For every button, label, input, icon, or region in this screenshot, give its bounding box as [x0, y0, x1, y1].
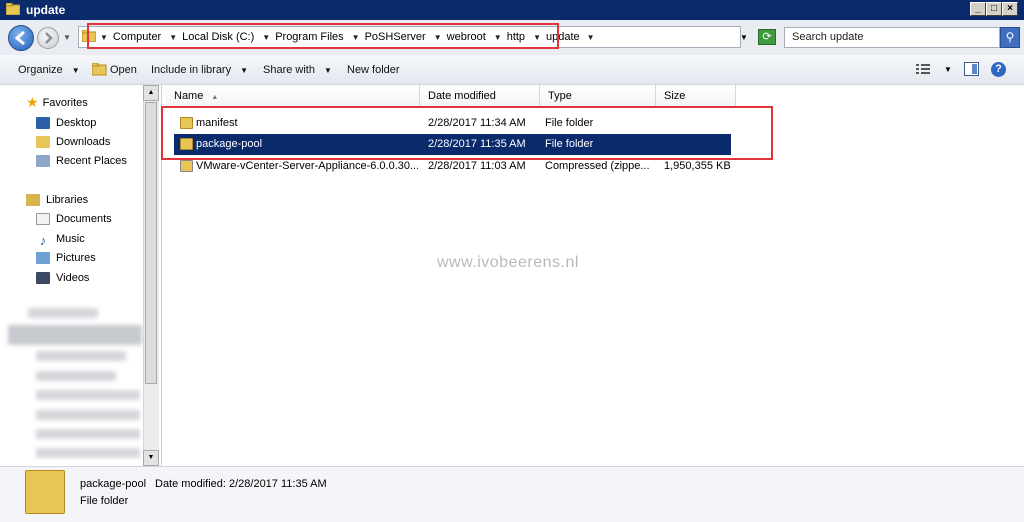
window-title: update: [26, 3, 66, 17]
nav-item-downloads[interactable]: Downloads: [36, 132, 110, 151]
pictures-icon: [36, 251, 50, 264]
blurred-nav-item: [36, 390, 140, 400]
back-button[interactable]: [8, 25, 34, 51]
blurred-nav-item: [36, 429, 140, 439]
new-folder-button[interactable]: New folder: [347, 64, 400, 76]
scrollbar-thumb[interactable]: [145, 102, 157, 384]
details-pane: [0, 466, 1024, 522]
address-highlight-box: [87, 23, 559, 49]
music-icon: ♪: [39, 232, 47, 248]
share-with-button[interactable]: Share with ▼: [263, 64, 332, 76]
folder-icon: [25, 470, 65, 514]
column-header-size[interactable]: Size: [656, 85, 736, 107]
documents-icon: [36, 212, 50, 225]
chevron-down-icon[interactable]: ▼: [587, 33, 595, 42]
scroll-up-button[interactable]: ▲: [143, 85, 159, 101]
nav-item-desktop[interactable]: Desktop: [36, 113, 96, 132]
files-highlight-box: [161, 106, 773, 160]
blurred-nav-item: [36, 448, 140, 458]
scroll-down-button[interactable]: ▼: [143, 450, 159, 466]
nav-item-videos[interactable]: Videos: [36, 268, 89, 287]
details-type: File folder: [80, 495, 129, 507]
title-bar: [0, 0, 1024, 20]
search-placeholder: Search update: [792, 31, 864, 43]
star-icon: ★: [26, 94, 39, 110]
views-dropdown-icon[interactable]: ▼: [944, 65, 952, 74]
watermark: www.ivobeerens.nl: [437, 254, 579, 271]
maximize-button[interactable]: □: [986, 2, 1002, 16]
nav-favorites[interactable]: ★ Favorites: [26, 93, 88, 112]
column-header-name[interactable]: Name ▲: [166, 85, 420, 107]
column-header-type[interactable]: Type: [540, 85, 656, 107]
column-headers: Name ▲ Date modified Type Size: [166, 85, 736, 107]
chevron-down-icon: ▼: [240, 66, 249, 75]
organize-button[interactable]: Organize ▼: [18, 64, 80, 76]
details-date-modified: Date modified: 2/28/2017 11:35 AM: [155, 478, 327, 490]
libraries-icon: [26, 193, 40, 206]
column-header-date[interactable]: Date modified: [420, 85, 540, 107]
folder-icon: [6, 3, 20, 15]
open-button[interactable]: Open: [110, 64, 137, 76]
arrow-right-icon: [45, 32, 53, 44]
sort-ascending-icon: ▲: [211, 94, 219, 101]
refresh-button[interactable]: ⟳: [758, 29, 776, 45]
search-icon[interactable]: ⚲: [1000, 27, 1020, 48]
recent-pages-dropdown[interactable]: ▼: [63, 33, 71, 42]
blurred-nav-item: [8, 325, 142, 345]
arrow-left-icon: [14, 30, 25, 46]
blurred-nav-item: [36, 351, 126, 361]
nav-item-documents[interactable]: Documents: [36, 209, 112, 228]
forward-button[interactable]: [37, 27, 59, 49]
address-history-dropdown[interactable]: ▼: [740, 33, 748, 42]
desktop-icon: [36, 116, 50, 129]
zip-file-icon: [180, 160, 193, 172]
blurred-nav-item: [28, 308, 98, 318]
help-icon[interactable]: ?: [991, 62, 1006, 77]
minimize-button[interactable]: _: [970, 2, 986, 16]
nav-libraries[interactable]: Libraries: [26, 190, 88, 209]
videos-icon: [36, 271, 50, 284]
chevron-down-icon: ▼: [71, 66, 80, 75]
nav-item-pictures[interactable]: Pictures: [36, 248, 96, 267]
recent-places-icon: [36, 154, 50, 167]
nav-item-music[interactable]: ♪ Music: [36, 229, 85, 248]
blurred-nav-item: [36, 371, 116, 381]
nav-item-recent-places[interactable]: Recent Places: [36, 151, 127, 170]
open-folder-icon: [92, 63, 107, 76]
preview-pane-icon[interactable]: [964, 62, 979, 76]
chevron-down-icon: ▼: [324, 66, 332, 75]
downloads-icon: [36, 135, 50, 148]
views-icon[interactable]: [916, 63, 930, 75]
details-name: package-pool: [80, 478, 147, 490]
include-in-library-button[interactable]: Include in library ▼: [151, 64, 248, 76]
blurred-nav-item: [36, 410, 140, 420]
close-button[interactable]: ×: [1002, 2, 1018, 16]
